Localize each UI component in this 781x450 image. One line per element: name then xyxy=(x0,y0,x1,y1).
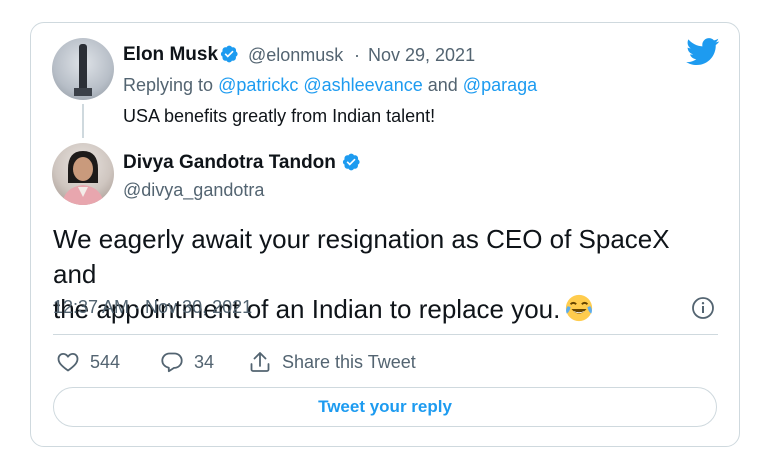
elon-musk-avatar[interactable] xyxy=(52,38,114,100)
like-action[interactable]: 544 xyxy=(56,350,120,374)
author-name[interactable]: Divya Gandotra Tandon xyxy=(123,152,336,174)
divya-avatar[interactable] xyxy=(52,143,114,205)
replying-to-line: Replying to @patrickc @ashleevance and @… xyxy=(123,75,537,96)
share-icon xyxy=(250,352,270,372)
twitter-bird-icon[interactable] xyxy=(686,38,720,66)
replying-to-users[interactable]: @patrickc @ashleevance xyxy=(218,75,423,95)
avatar-image xyxy=(62,151,104,205)
info-icon[interactable] xyxy=(691,296,715,320)
tweet-your-reply-button[interactable]: Tweet your reply xyxy=(53,387,717,427)
share-action[interactable]: Share this Tweet xyxy=(248,350,416,374)
heart-icon xyxy=(57,353,79,372)
actions-divider xyxy=(53,334,718,335)
meta-separator: · xyxy=(354,45,360,65)
verified-badge-icon xyxy=(342,153,360,171)
tweet-timestamp[interactable]: 12:37 AM · Nov 30, 2021 xyxy=(53,297,252,318)
replying-prefix: Replying to xyxy=(123,75,214,95)
parent-handle[interactable]: @elonmusk xyxy=(248,45,343,66)
thread-connector xyxy=(82,104,84,138)
replying-to-last-user[interactable]: @paraga xyxy=(463,75,537,95)
reply-bubble-icon xyxy=(161,352,183,373)
avatar-image xyxy=(74,44,92,96)
reply-count: 34 xyxy=(194,351,215,372)
face-with-tears-of-joy-icon xyxy=(566,294,593,322)
like-count: 544 xyxy=(90,351,121,372)
share-label: Share this Tweet xyxy=(282,351,416,372)
parent-tweet-text: USA benefits greatly from Indian talent! xyxy=(123,106,436,126)
replying-and: and xyxy=(427,75,458,95)
parent-date[interactable]: Nov 29, 2021 xyxy=(368,45,475,66)
parent-author-name[interactable]: Elon Musk xyxy=(123,44,218,66)
author-handle[interactable]: @divya_gandotra xyxy=(123,180,264,201)
reply-action[interactable]: 34 xyxy=(160,350,214,374)
verified-badge-icon xyxy=(220,45,238,63)
tweet-text-line-1: We eagerly await your resignation as CEO… xyxy=(53,224,670,289)
